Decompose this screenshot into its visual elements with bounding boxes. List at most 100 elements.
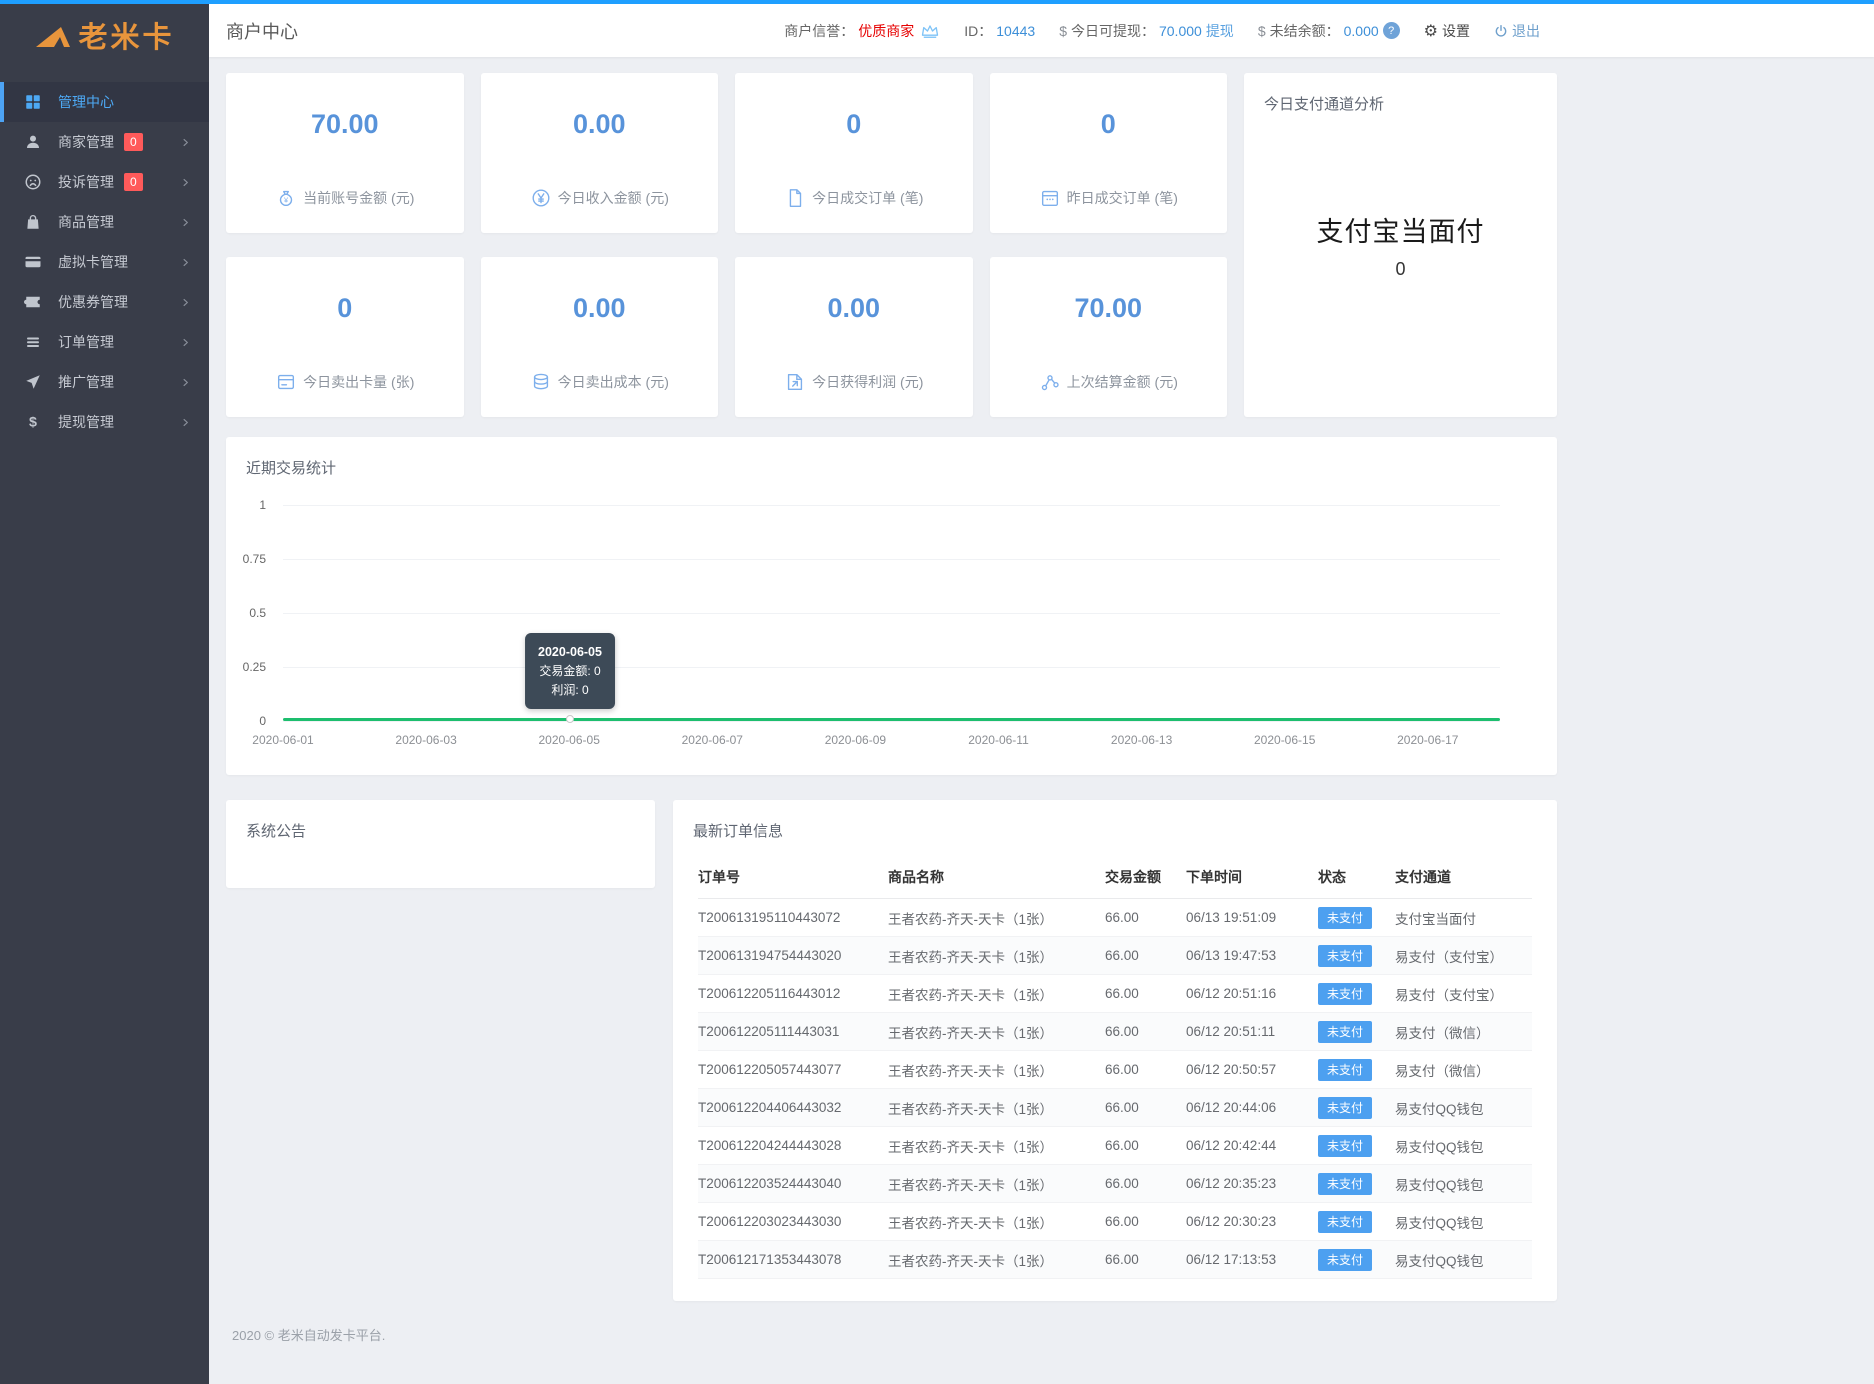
top-accent-strip <box>0 0 1874 4</box>
sidebar-item-user[interactable]: 商家管理 0 <box>0 122 209 162</box>
cell-time: 06/12 20:35:23 <box>1186 1176 1318 1191</box>
orders-table: 订单号商品名称交易金额下单时间状态支付通道 T20061319511044307… <box>698 855 1532 1279</box>
stat-card-value: 0.00 <box>827 293 880 324</box>
cell-amount: 66.00 <box>1105 986 1186 1001</box>
sidebar-item-label: 推广管理 <box>58 372 114 392</box>
sidebar-item-label: 商品管理 <box>58 212 114 232</box>
stat-card: 0.00 今日卖出成本 (元) <box>481 257 719 417</box>
announcement-panel: 系统公告 <box>226 800 655 888</box>
chevron-right-icon <box>180 417 191 428</box>
cell-channel: 易支付QQ钱包 <box>1395 1136 1532 1156</box>
cell-time: 06/12 20:50:57 <box>1186 1062 1318 1077</box>
sidebar-item-send[interactable]: 推广管理 <box>0 362 209 402</box>
sidebar-item-ticket[interactable]: 优惠券管理 <box>0 282 209 322</box>
cell-amount: 66.00 <box>1105 1062 1186 1077</box>
tooltip-amount: 交易金额: 0 <box>538 662 602 681</box>
sidebar-item-label: 管理中心 <box>58 92 114 112</box>
sidebar-item-grid[interactable]: 管理中心 <box>0 82 209 122</box>
y-tick-label: 0.75 <box>243 552 266 566</box>
stat-card-label: 今日获得利润 (元) <box>812 372 923 392</box>
stat-card-value: 0.00 <box>573 109 626 140</box>
grid-icon <box>24 93 42 111</box>
sidebar-item-label: 虚拟卡管理 <box>58 252 128 272</box>
sidebar-item-frown[interactable]: 投诉管理 0 <box>0 162 209 202</box>
stat-card: 0.00 今日获得利润 (元) <box>735 257 973 417</box>
cell-product: 王者农药-齐天-天卡（1张） <box>888 1250 1105 1270</box>
stat-card-label: 今日成交订单 (笔) <box>812 188 923 208</box>
sidebar-item-label: 商家管理 <box>58 132 114 152</box>
sidebar-item-dollar[interactable]: 提现管理 <box>0 402 209 442</box>
send-icon <box>24 373 42 391</box>
chevron-right-icon <box>180 337 191 348</box>
cell-time: 06/12 17:13:53 <box>1186 1252 1318 1267</box>
cell-channel: 易支付QQ钱包 <box>1395 1174 1532 1194</box>
orders-table-body: T200613195110443072 王者农药-齐天-天卡（1张） 66.00… <box>698 899 1532 1279</box>
id-value: 10443 <box>996 23 1035 39</box>
cell-order-id: T200612203023443030 <box>698 1214 888 1229</box>
sidebar-item-badge: 0 <box>124 173 143 191</box>
y-tick-label: 0 <box>259 714 266 728</box>
reputation-value: 优质商家 <box>858 21 914 41</box>
header: 商户中心 商户信誉： 优质商家 ID： 10443 $ 今日可提现： 70.00… <box>209 4 1874 57</box>
cell-product: 王者农药-齐天-天卡（1张） <box>888 1174 1105 1194</box>
withdrawable-label: 今日可提现： <box>1071 21 1155 41</box>
chart-highlight-point[interactable] <box>566 715 574 723</box>
logo-text: 老米卡 <box>78 14 174 56</box>
cell-amount: 66.00 <box>1105 1252 1186 1267</box>
coins-icon <box>530 371 552 393</box>
stat-card-value: 0 <box>846 109 861 140</box>
x-tick-label: 2020-06-01 <box>252 733 313 747</box>
sidebar-item-bag[interactable]: 商品管理 <box>0 202 209 242</box>
logout-button[interactable]: 退出 <box>1494 21 1540 41</box>
power-icon <box>1494 24 1508 38</box>
table-row: T200612204244443028 王者农药-齐天-天卡（1张） 66.00… <box>698 1127 1532 1165</box>
gear-icon: ⚙ <box>1424 21 1438 41</box>
cell-channel: 易支付（支付宝） <box>1395 984 1532 1004</box>
cell-product: 王者农药-齐天-天卡（1张） <box>888 908 1105 928</box>
x-tick-label: 2020-06-03 <box>395 733 456 747</box>
y-tick-label: 1 <box>259 498 266 512</box>
tooltip-date: 2020-06-05 <box>538 642 602 662</box>
x-tick-label: 2020-06-07 <box>682 733 743 747</box>
merchant-reputation: 商户信誉： 优质商家 <box>784 21 940 41</box>
table-row: T200612171353443078 王者农药-齐天-天卡（1张） 66.00… <box>698 1241 1532 1279</box>
stat-card: 0 今日卖出卡量 (张) <box>226 257 464 417</box>
cell-time: 06/12 20:51:16 <box>1186 986 1318 1001</box>
cell-channel: 易支付QQ钱包 <box>1395 1098 1532 1118</box>
stat-card-label: 上次结算金额 (元) <box>1067 372 1178 392</box>
cell-amount: 66.00 <box>1105 1100 1186 1115</box>
reputation-label: 商户信誉： <box>784 21 854 41</box>
chevron-right-icon <box>180 257 191 268</box>
main-content: 今日支付通道分析 支付宝当面付 0 70.00 当前账号金额 (元) 0.00 … <box>209 57 1874 1384</box>
chart-gridline <box>283 667 1500 668</box>
cell-time: 06/13 19:51:09 <box>1186 910 1318 925</box>
chart-title: 近期交易统计 <box>226 437 1557 478</box>
help-icon[interactable]: ? <box>1383 22 1400 39</box>
profit-icon <box>784 371 806 393</box>
page-title: 商户中心 <box>226 18 298 44</box>
bag-icon <box>24 213 42 231</box>
logo-triangle-icon <box>34 21 72 49</box>
chart-gridline <box>283 721 1500 722</box>
settings-button[interactable]: ⚙ 设置 <box>1424 21 1470 41</box>
cell-channel: 易支付QQ钱包 <box>1395 1250 1532 1270</box>
sidebar-item-list[interactable]: 订单管理 <box>0 322 209 362</box>
stat-card-value: 0.00 <box>573 293 626 324</box>
unsettled-group: $ 未结余额： 0.000 ? <box>1258 21 1400 41</box>
frown-icon <box>24 173 42 191</box>
y-tick-label: 0.5 <box>249 606 266 620</box>
sidebar-item-card[interactable]: 虚拟卡管理 <box>0 242 209 282</box>
stat-card-label: 今日收入金额 (元) <box>558 188 669 208</box>
dollar-icon: $ <box>1258 23 1266 39</box>
payment-channel-name: 支付宝当面付 <box>1244 210 1557 249</box>
status-badge: 未支付 <box>1318 945 1372 967</box>
unsettled-value: 0.000 <box>1344 23 1379 39</box>
status-badge: 未支付 <box>1318 1249 1372 1271</box>
chart-plot-area: 2020-06-05 交易金额: 0 利润: 0 <box>283 505 1500 721</box>
column-header: 商品名称 <box>888 867 1105 887</box>
status-badge: 未支付 <box>1318 1021 1372 1043</box>
table-row: T200612205116443012 王者农药-齐天-天卡（1张） 66.00… <box>698 975 1532 1013</box>
withdraw-link[interactable]: 提现 <box>1206 21 1234 41</box>
unsettled-label: 未结余额： <box>1270 21 1340 41</box>
stat-cards-grid: 今日支付通道分析 支付宝当面付 0 70.00 当前账号金额 (元) 0.00 … <box>226 73 1557 417</box>
